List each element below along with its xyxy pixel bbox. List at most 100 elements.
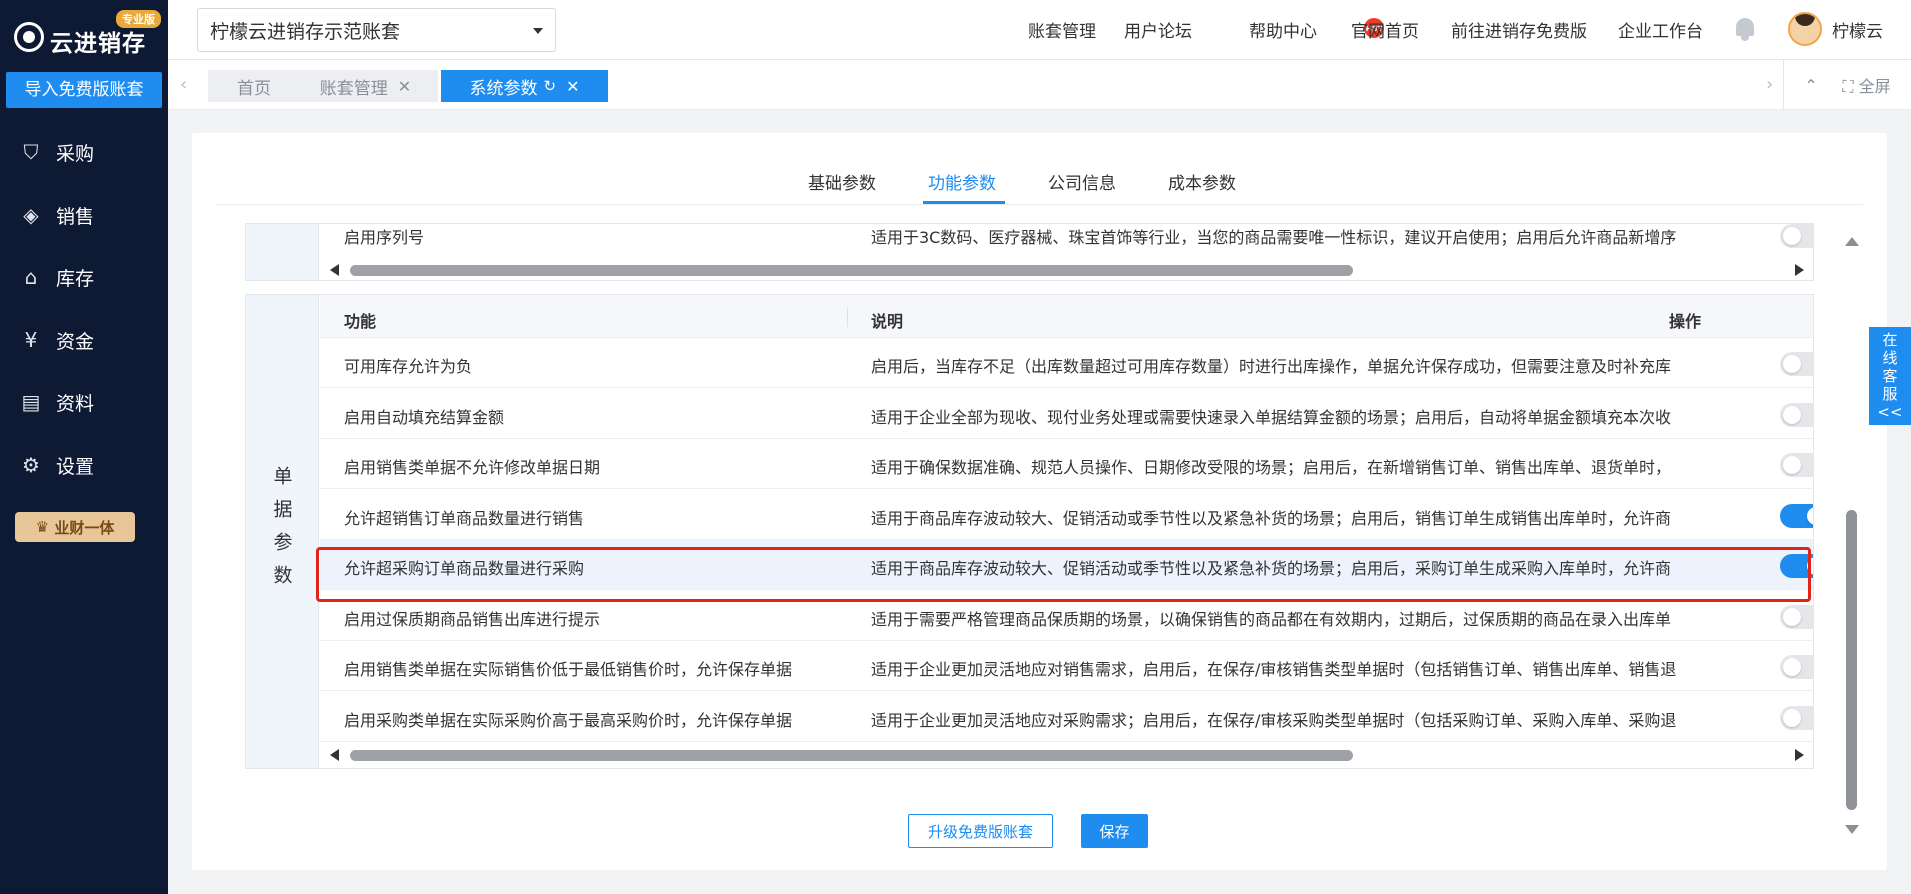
tab-actions: ⌃ ⛶ 全屏 bbox=[1783, 60, 1911, 110]
description-cell: 适用于3C数码、医疗器械、珠宝首饰等行业，当您的商品需要唯一性标识，建议开启使用… bbox=[871, 228, 1677, 247]
toggle-switch[interactable] bbox=[1780, 655, 1813, 679]
warehouse-icon: ⌂ bbox=[24, 265, 38, 289]
link-user-forum[interactable]: 用户论坛 bbox=[1124, 17, 1192, 42]
sidebar-item-inventory[interactable]: ⌂ 库存 bbox=[0, 252, 168, 302]
scroll-right-arrow-icon[interactable] bbox=[1795, 749, 1804, 761]
sidebar-item-funds[interactable]: ¥ 资金 bbox=[0, 315, 168, 365]
scrollbar-thumb[interactable] bbox=[350, 265, 1353, 276]
link-enterprise-workbench[interactable]: 企业工作台 bbox=[1618, 17, 1703, 42]
logo-text: 云进销存 bbox=[50, 31, 146, 57]
scroll-down-arrow-icon[interactable] bbox=[1845, 825, 1859, 834]
sidebar-item-label: 库存 bbox=[56, 267, 95, 290]
fullscreen-label: 全屏 bbox=[1858, 77, 1891, 96]
scroll-left-arrow-icon[interactable] bbox=[330, 749, 339, 761]
sidebar-item-label: 采购 bbox=[56, 142, 95, 165]
toggle-switch[interactable] bbox=[1780, 224, 1813, 248]
tabs-scroll-left-icon[interactable]: ‹ bbox=[180, 74, 187, 95]
horizontal-scrollbar[interactable] bbox=[320, 260, 1813, 280]
toggle-switch[interactable] bbox=[1780, 554, 1813, 578]
tabs-scroll-right-icon[interactable]: › bbox=[1766, 74, 1773, 95]
vertical-scrollbar[interactable] bbox=[1840, 232, 1862, 842]
header-divider bbox=[847, 307, 848, 327]
vip-finance-badge[interactable]: ♛ 业财一体 bbox=[15, 512, 135, 542]
sidebar-item-settings[interactable]: ⚙ 设置 bbox=[0, 440, 168, 490]
toggle-switch[interactable] bbox=[1780, 402, 1813, 427]
param-tabs: 基础参数 功能参数 公司信息 成本参数 bbox=[192, 133, 1887, 205]
tab-account-management[interactable]: 账套管理 ✕ bbox=[293, 70, 438, 102]
sidebar-item-label: 资料 bbox=[56, 392, 95, 415]
account-select[interactable]: 柠檬云进销存示范账套 bbox=[197, 8, 556, 52]
tab-cost-params[interactable]: 成本参数 bbox=[1168, 169, 1236, 194]
close-icon[interactable]: ✕ bbox=[398, 77, 411, 96]
link-account-management[interactable]: 账套管理 bbox=[1028, 17, 1096, 42]
crown-icon: ♛ bbox=[35, 518, 50, 536]
collapse-up-icon[interactable]: ⌃ bbox=[1804, 76, 1817, 95]
table-row: 可用库存允许为负 启用后，当库存不足（出库数量超过可用库存数量）时进行出库操作，单… bbox=[320, 338, 1813, 388]
toggle-switch[interactable] bbox=[1780, 705, 1813, 730]
service-char: << bbox=[1877, 403, 1903, 421]
sidebar: 云进销存 专业版 导入免费版账套 ⛉ 采购 ◈ 销售 ⌂ 库存 ¥ 资金 ▤ 资… bbox=[0, 0, 168, 894]
description-cell: 适用于商品库存波动较大、促销活动或季节性以及紧急补货的场景；启用后，采购订单生成… bbox=[871, 559, 1672, 578]
logo-icon bbox=[14, 22, 44, 52]
app-logo[interactable]: 云进销存 专业版 bbox=[10, 10, 161, 57]
sidebar-item-label: 资金 bbox=[56, 330, 95, 353]
tab-label: 系统参数 bbox=[469, 78, 538, 99]
block-label bbox=[246, 224, 319, 280]
toggle-switch[interactable] bbox=[1780, 453, 1813, 477]
close-icon[interactable]: ✕ bbox=[566, 77, 579, 96]
function-cell: 启用销售类单据不允许修改单据日期 bbox=[344, 458, 601, 477]
table-header: 功能 说明 操作 bbox=[320, 295, 1813, 338]
header-operation: 操作 bbox=[1669, 312, 1702, 331]
tabs-divider bbox=[216, 204, 1863, 205]
function-cell: 启用销售类单据在实际销售价低于最低销售价时，允许保存单据 bbox=[344, 660, 793, 679]
sidebar-item-sales[interactable]: ◈ 销售 bbox=[0, 190, 168, 240]
service-char: 在 bbox=[1882, 331, 1898, 349]
header-description: 说明 bbox=[871, 312, 904, 331]
service-char: 服 bbox=[1882, 385, 1898, 403]
scroll-up-arrow-icon[interactable] bbox=[1845, 237, 1859, 246]
tab-company-info[interactable]: 公司信息 bbox=[1048, 169, 1116, 194]
service-char: 线 bbox=[1882, 349, 1898, 367]
toggle-switch[interactable] bbox=[1780, 352, 1813, 376]
description-cell: 适用于需要严格管理商品保质期的场景，以确保销售的商品都在有效期内，过期后，过保质… bbox=[871, 609, 1672, 629]
top-bar: 柠檬云进销存示范账套 账套管理 用户论坛 HOT 帮助中心 官网首页 前往进销存… bbox=[168, 0, 1911, 60]
horizontal-scrollbar[interactable] bbox=[320, 745, 1813, 765]
scrollbar-thumb[interactable] bbox=[1846, 510, 1857, 810]
online-service-button[interactable]: 在 线 客 服 << bbox=[1869, 327, 1911, 425]
link-free-edition[interactable]: 前往进销存免费版 bbox=[1451, 17, 1587, 42]
table-row: 启用过保质期商品销售出库进行提示 适用于需要严格管理商品保质期的场景，以确保销售的… bbox=[320, 590, 1813, 641]
save-button[interactable]: 保存 bbox=[1081, 814, 1148, 848]
scroll-right-arrow-icon[interactable] bbox=[1795, 264, 1804, 276]
function-cell: 允许超采购订单商品数量进行采购 bbox=[344, 559, 585, 578]
header-function: 功能 bbox=[344, 312, 377, 331]
toggle-switch[interactable] bbox=[1780, 503, 1813, 528]
sidebar-item-data[interactable]: ▤ 资料 bbox=[0, 377, 168, 427]
tab-basic-params[interactable]: 基础参数 bbox=[808, 169, 876, 194]
scroll-left-arrow-icon[interactable] bbox=[330, 264, 339, 276]
link-official-site[interactable]: 官网首页 bbox=[1351, 17, 1419, 42]
username[interactable]: 柠檬云 bbox=[1832, 17, 1883, 42]
bell-icon[interactable] bbox=[1734, 16, 1756, 42]
price-tag-icon: ◈ bbox=[23, 203, 39, 227]
table-row: 启用销售类单据在实际销售价低于最低销售价时，允许保存单据 适用于企业更加灵活地应对… bbox=[320, 641, 1813, 691]
scrollbar-thumb[interactable] bbox=[350, 750, 1353, 761]
sidebar-item-purchase[interactable]: ⛉ 采购 bbox=[0, 127, 168, 177]
tab-home[interactable]: 首页 bbox=[208, 70, 300, 102]
serial-number-block: 启用序列号 适用于3C数码、医疗器械、珠宝首饰等行业，当您的商品需要唯一性标识，… bbox=[245, 223, 1814, 281]
account-select-value: 柠檬云进销存示范账套 bbox=[210, 20, 401, 43]
tab-function-params[interactable]: 功能参数 bbox=[928, 169, 996, 194]
table-row: 启用序列号 适用于3C数码、医疗器械、珠宝首饰等行业，当您的商品需要唯一性标识，… bbox=[320, 224, 1813, 260]
refresh-icon[interactable]: ↻ bbox=[544, 77, 557, 95]
avatar[interactable] bbox=[1788, 12, 1822, 46]
edition-badge: 专业版 bbox=[116, 10, 161, 28]
table-row: 允许超采购订单商品数量进行采购 适用于商品库存波动较大、促销活动或季节性以及紧急补… bbox=[320, 540, 1813, 590]
description-cell: 适用于确保数据准确、规范人员操作、日期修改受限的场景；启用后，在新增销售订单、销… bbox=[871, 458, 1672, 477]
fullscreen-button[interactable]: ⛶ 全屏 bbox=[1842, 73, 1890, 97]
import-free-account-button[interactable]: 导入免费版账套 bbox=[6, 72, 162, 108]
tab-system-params[interactable]: 系统参数 ↻ ✕ bbox=[441, 70, 608, 102]
sidebar-item-label: 设置 bbox=[56, 455, 95, 478]
link-help-center[interactable]: 帮助中心 bbox=[1249, 17, 1317, 42]
toggle-switch[interactable] bbox=[1780, 604, 1813, 629]
upgrade-free-account-button[interactable]: 升级免费版账套 bbox=[908, 814, 1053, 848]
table-row: 启用采购类单据在实际采购价高于最高采购价时，允许保存单据 适用于企业更加灵活地应对… bbox=[320, 691, 1813, 742]
